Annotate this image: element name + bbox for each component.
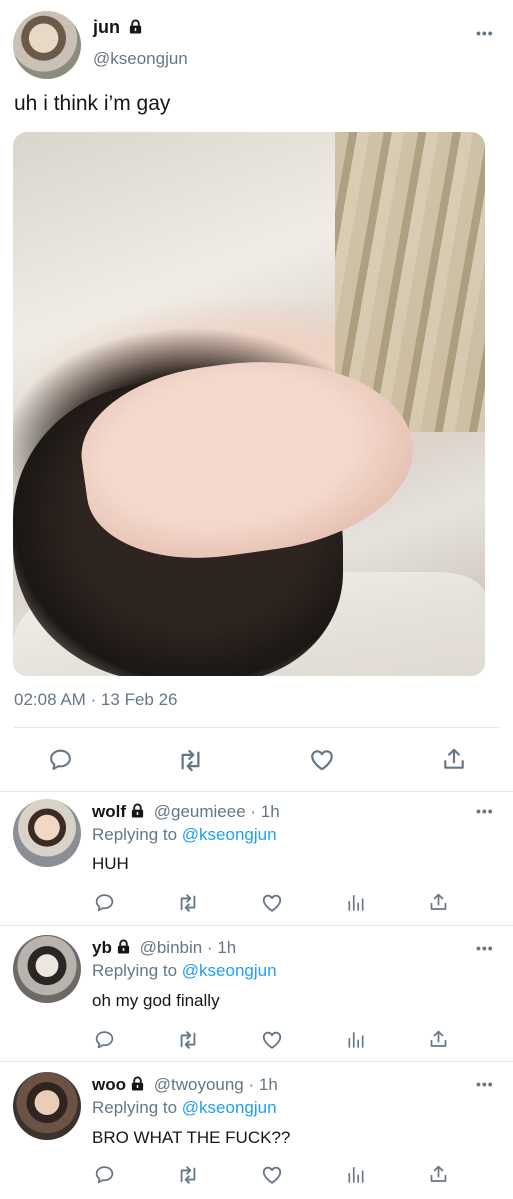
- reply-icon[interactable]: [94, 1164, 115, 1185]
- reply-icon[interactable]: [94, 1029, 115, 1050]
- reply-header: yb @binbin · 1h: [92, 938, 236, 958]
- heart-icon[interactable]: [261, 892, 283, 914]
- replying-to-link[interactable]: @kseongjun: [182, 1098, 277, 1117]
- reply-text: BRO WHAT THE FUCK??: [92, 1128, 291, 1147]
- replying-to: Replying to @kseongjun: [92, 1098, 277, 1118]
- reply-author-name[interactable]: wolf: [92, 802, 126, 821]
- replying-to: Replying to @kseongjun: [92, 961, 277, 981]
- retweet-icon[interactable]: [177, 1029, 199, 1051]
- bar-chart-icon[interactable]: [346, 1164, 366, 1185]
- retweet-icon[interactable]: [177, 892, 199, 914]
- divider: [0, 791, 513, 792]
- tweet-photo[interactable]: [13, 132, 485, 676]
- reply-author-name[interactable]: woo: [92, 1075, 126, 1094]
- more-options-button[interactable]: •••: [476, 25, 494, 41]
- author-avatar[interactable]: [13, 11, 81, 79]
- replying-to-prefix: Replying to: [92, 961, 182, 980]
- lock-icon: [130, 1076, 145, 1091]
- divider: [14, 727, 499, 728]
- reply-text: HUH: [92, 854, 129, 873]
- more-options-button[interactable]: •••: [476, 1076, 494, 1092]
- reply-header: wolf @geumieee · 1h: [92, 802, 280, 822]
- share-icon[interactable]: [428, 891, 449, 913]
- reply-handle-time[interactable]: @geumieee · 1h: [154, 802, 280, 821]
- author-handle[interactable]: @kseongjun: [93, 49, 188, 69]
- author-name[interactable]: jun: [93, 17, 120, 37]
- lock-icon: [128, 19, 143, 34]
- divider: [0, 925, 513, 926]
- reply-author-name[interactable]: yb: [92, 938, 112, 957]
- replying-to-link[interactable]: @kseongjun: [182, 825, 277, 844]
- reply-header: woo @twoyoung · 1h: [92, 1075, 278, 1095]
- replying-to: Replying to @kseongjun: [92, 825, 277, 845]
- bar-chart-icon[interactable]: [346, 892, 366, 913]
- lock-icon: [130, 803, 145, 818]
- avatar[interactable]: [13, 799, 81, 867]
- lock-icon: [116, 939, 131, 954]
- share-icon[interactable]: [428, 1028, 449, 1050]
- replying-to-prefix: Replying to: [92, 1098, 182, 1117]
- heart-icon[interactable]: [261, 1164, 283, 1186]
- tweet-text: uh i think i’m gay: [14, 92, 171, 115]
- author-name-row[interactable]: jun: [93, 17, 147, 38]
- reply-icon[interactable]: [94, 892, 115, 913]
- tweet-timestamp[interactable]: 02:08 AM · 13 Feb 26: [14, 690, 178, 710]
- heart-icon[interactable]: [309, 747, 335, 773]
- reply-icon[interactable]: [48, 747, 73, 772]
- reply-text: oh my god finally: [92, 991, 220, 1010]
- avatar[interactable]: [13, 935, 81, 1003]
- retweet-icon[interactable]: [177, 1164, 199, 1186]
- share-icon[interactable]: [441, 746, 467, 772]
- replying-to-link[interactable]: @kseongjun: [182, 961, 277, 980]
- reply-handle-time[interactable]: @binbin · 1h: [140, 938, 237, 957]
- retweet-icon[interactable]: [177, 747, 204, 774]
- replying-to-prefix: Replying to: [92, 825, 182, 844]
- more-options-button[interactable]: •••: [476, 940, 494, 956]
- heart-icon[interactable]: [261, 1029, 283, 1051]
- share-icon[interactable]: [428, 1163, 449, 1185]
- reply-handle-time[interactable]: @twoyoung · 1h: [154, 1075, 278, 1094]
- avatar[interactable]: [13, 1072, 81, 1140]
- divider: [0, 1061, 513, 1062]
- bar-chart-icon[interactable]: [346, 1029, 366, 1050]
- more-options-button[interactable]: •••: [476, 803, 494, 819]
